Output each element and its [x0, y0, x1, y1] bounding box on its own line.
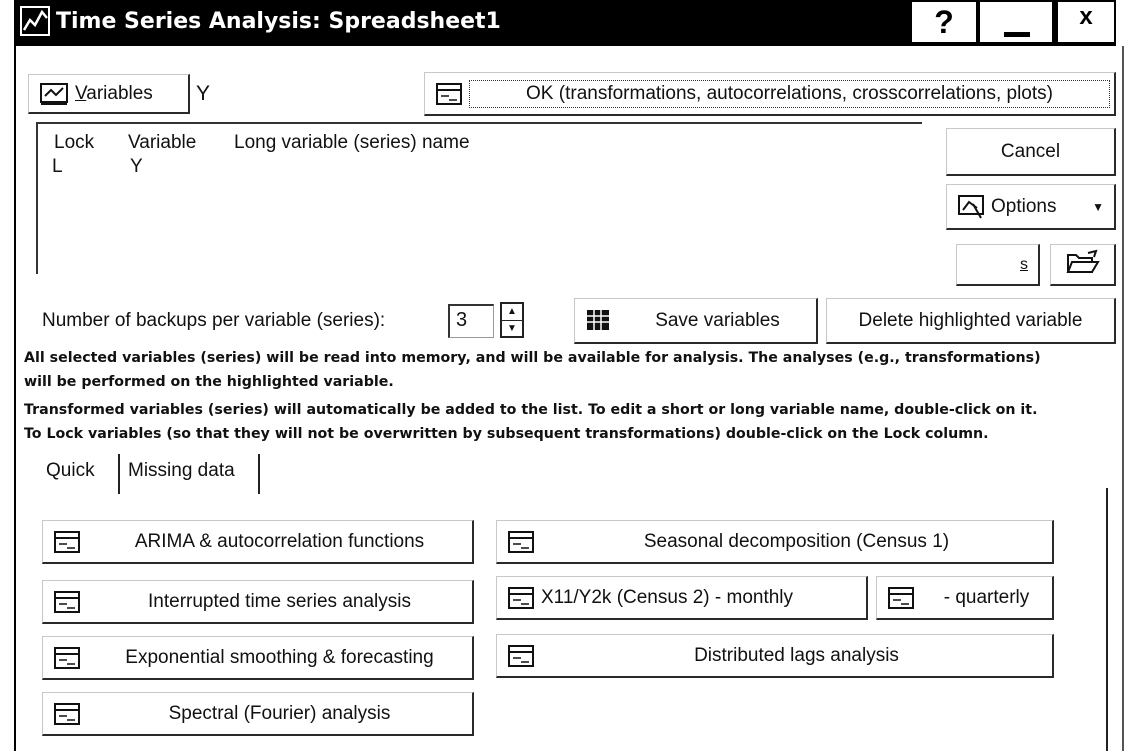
dialog-icon — [435, 82, 463, 106]
info-text-1: All selected variables (series) will be … — [24, 350, 1041, 366]
close-button[interactable]: x — [1058, 2, 1114, 42]
distributed-lags-button[interactable]: Distributed lags analysis — [496, 634, 1054, 678]
s-button-label: s — [1020, 255, 1028, 273]
backups-spinner[interactable]: ▲ ▼ — [500, 302, 524, 338]
row-variable-cell[interactable]: Y — [130, 156, 143, 178]
open-folder-icon — [1066, 249, 1100, 281]
column-header-long-name[interactable]: Long variable (series) name — [234, 132, 470, 154]
column-header-lock[interactable]: Lock — [54, 132, 94, 154]
spin-up-icon[interactable]: ▲ — [502, 304, 522, 320]
dialog-icon — [53, 702, 81, 726]
dialog-icon — [507, 586, 535, 610]
grid-save-icon — [585, 308, 613, 334]
options-icon — [957, 194, 985, 220]
spectral-button[interactable]: Spectral (Fourier) analysis — [42, 692, 474, 736]
title-bar: Time Series Analysis: Spreadsheet1 ? x — [14, 0, 1116, 46]
info-text-3: Transformed variables (series) will auto… — [24, 402, 1038, 418]
info-text-2: will be performed on the highlighted var… — [24, 374, 394, 390]
x11-quarterly-label: - quarterly — [943, 586, 1030, 608]
seasonal-button[interactable]: Seasonal decomposition (Census 1) — [496, 520, 1054, 564]
delete-highlighted-button[interactable]: Delete highlighted variable — [826, 298, 1116, 344]
interrupted-button[interactable]: Interrupted time series analysis — [42, 580, 474, 624]
spin-down-icon[interactable]: ▼ — [502, 320, 522, 337]
x11-monthly-label: X11/Y2k (Census 2) - monthly — [541, 586, 794, 608]
variables-button-label: Variables — [75, 82, 153, 104]
exponential-label: Exponential smoothing & forecasting — [125, 646, 434, 668]
spectral-label: Spectral (Fourier) analysis — [168, 702, 391, 724]
panel-border — [1106, 488, 1108, 751]
variables-button[interactable]: Variables — [28, 74, 190, 114]
dropdown-arrow-icon: ▼ — [1092, 199, 1104, 214]
window-border — [1122, 46, 1124, 751]
delete-highlighted-label: Delete highlighted variable — [858, 309, 1083, 331]
save-variables-button[interactable]: Save variables — [574, 298, 818, 344]
x11-quarterly-button[interactable]: - quarterly — [876, 576, 1054, 620]
tab-quick[interactable]: Quick — [46, 460, 95, 482]
seasonal-label: Seasonal decomposition (Census 1) — [643, 530, 950, 552]
app-chart-icon — [20, 6, 50, 41]
variable-list[interactable]: Lock Variable Long variable (series) nam… — [36, 122, 922, 274]
open-folder-button[interactable] — [1050, 244, 1116, 286]
dialog-icon — [507, 530, 535, 554]
options-label: Options — [991, 195, 1057, 217]
tab-divider — [118, 454, 120, 494]
variables-icon — [39, 82, 69, 106]
window-title: Time Series Analysis: Spreadsheet1 — [56, 9, 501, 34]
dialog-icon — [53, 646, 81, 670]
row-lock-cell[interactable]: L — [52, 156, 63, 178]
tab-missing-data[interactable]: Missing data — [128, 460, 235, 482]
cancel-button[interactable]: Cancel — [946, 128, 1116, 176]
options-button[interactable]: Options ▼ — [946, 184, 1116, 230]
arima-label: ARIMA & autocorrelation functions — [134, 530, 425, 552]
x11-monthly-button[interactable]: X11/Y2k (Census 2) - monthly — [496, 576, 868, 620]
cancel-label: Cancel — [1000, 140, 1061, 162]
selected-variable: Y — [196, 82, 211, 105]
dialog-icon — [53, 530, 81, 554]
column-header-variable[interactable]: Variable — [128, 132, 196, 154]
exponential-button[interactable]: Exponential smoothing & forecasting — [42, 636, 474, 680]
minimize-button[interactable] — [980, 2, 1052, 42]
distributed-lags-label: Distributed lags analysis — [694, 644, 899, 666]
window-border — [14, 46, 16, 751]
dialog-icon — [507, 644, 535, 668]
dialog-icon — [887, 586, 915, 610]
ok-button[interactable]: OK (transformations, autocorrelations, c… — [424, 72, 1116, 116]
arima-button[interactable]: ARIMA & autocorrelation functions — [42, 520, 474, 564]
s-button[interactable]: s — [956, 244, 1040, 286]
interrupted-label: Interrupted time series analysis — [148, 590, 411, 612]
backups-label: Number of backups per variable (series): — [42, 310, 386, 331]
help-button[interactable]: ? — [912, 2, 976, 42]
ok-button-label: OK (transformations, autocorrelations, c… — [469, 79, 1110, 108]
backups-input[interactable]: 3 — [448, 304, 494, 338]
info-text-4: To Lock variables (so that they will not… — [24, 426, 989, 442]
save-variables-label: Save variables — [655, 309, 780, 331]
dialog-icon — [53, 590, 81, 614]
tab-divider — [258, 454, 260, 494]
